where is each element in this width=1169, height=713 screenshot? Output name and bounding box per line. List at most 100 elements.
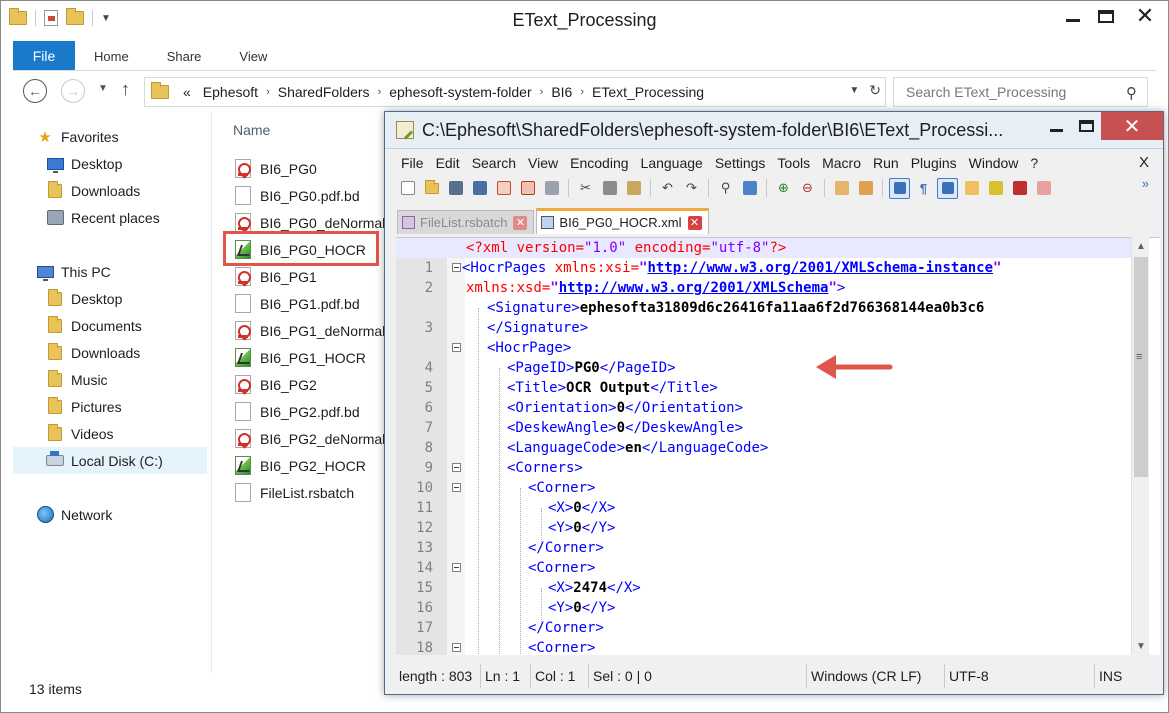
minimize-button[interactable]: [1056, 1, 1089, 31]
breadcrumb-ephesoft[interactable]: Ephesoft: [197, 84, 264, 100]
file-item[interactable]: BI6_PG0.pdf.bd: [235, 183, 360, 208]
close-button[interactable]: ✕: [1122, 1, 1168, 31]
file-item[interactable]: BI6_PG0: [235, 156, 317, 181]
xml-url-link[interactable]: http://www.w3.org/2001/XMLSchema-instanc…: [647, 260, 993, 276]
file-item[interactable]: FileList.rsbatch: [235, 480, 354, 505]
code-editor[interactable]: 1 <?xml version="1.0" encoding="utf-8"?>…: [396, 237, 1160, 655]
file-item[interactable]: BI6_PG2_HOCR: [235, 453, 366, 478]
tab-bi6-pg0-hocr-xml[interactable]: BI6_PG0_HOCR.xml ✕: [536, 208, 709, 234]
notepad-close-button[interactable]: ✕: [1101, 112, 1163, 140]
scroll-up-arrow-icon[interactable]: ▲: [1132, 237, 1150, 255]
cut-icon[interactable]: ✂: [575, 178, 596, 199]
menu-macro[interactable]: Macro: [816, 152, 867, 174]
recent-locations-chevron-down-icon[interactable]: ▼: [98, 83, 108, 94]
menu-encoding[interactable]: Encoding: [564, 152, 634, 174]
nav-pc-videos[interactable]: Videos: [45, 420, 114, 447]
forward-button[interactable]: →: [61, 79, 85, 103]
indent-guide-icon[interactable]: [937, 177, 958, 199]
open-file-icon[interactable]: [421, 178, 442, 199]
undo-icon[interactable]: ↶: [657, 178, 678, 199]
xml-url-link[interactable]: http://www.w3.org/2001/XMLSchema: [559, 280, 829, 296]
search-box[interactable]: ⚲: [893, 77, 1148, 107]
sync-horizontal-icon[interactable]: [855, 178, 876, 199]
address-bar[interactable]: « Ephesoft › SharedFolders › ephesoft-sy…: [144, 77, 886, 107]
fold-toggle-icon[interactable]: [452, 343, 461, 352]
menu-settings[interactable]: Settings: [709, 152, 772, 174]
nav-this-pc[interactable]: This PC: [35, 258, 111, 285]
fold-toggle-icon[interactable]: [452, 263, 461, 272]
tab-home[interactable]: Home: [75, 41, 148, 71]
save-all-icon[interactable]: [469, 178, 490, 199]
customize-chevron-down-icon[interactable]: ▼: [101, 13, 111, 24]
breadcrumb-etext-processing[interactable]: EText_Processing: [586, 84, 710, 100]
file-item[interactable]: BI6_PG1_deNormal: [235, 318, 385, 343]
nav-network[interactable]: Network: [35, 501, 112, 528]
new-file-icon[interactable]: [397, 178, 418, 199]
properties-icon[interactable]: [44, 10, 58, 26]
save-icon[interactable]: [445, 178, 466, 199]
menu-file[interactable]: File: [395, 152, 430, 174]
back-button[interactable]: ←: [23, 79, 47, 103]
breadcrumb-ephesoft-system-folder[interactable]: ephesoft-system-folder: [383, 84, 537, 100]
fold-toggle-icon[interactable]: [452, 463, 461, 472]
breadcrumb-bi6[interactable]: BI6: [545, 84, 578, 100]
chevron-right-icon[interactable]: ›: [538, 86, 546, 98]
vertical-scrollbar[interactable]: ▲ ≡ ▼: [1131, 237, 1149, 655]
nav-pc-local-disk[interactable]: Local Disk (C:): [13, 447, 207, 474]
menu-language[interactable]: Language: [635, 152, 709, 174]
address-overflow[interactable]: «: [177, 84, 197, 100]
file-item[interactable]: BI6_PG2.pdf.bd: [235, 399, 360, 424]
nav-fav-downloads[interactable]: Downloads: [45, 177, 140, 204]
file-item[interactable]: BI6_PG1_HOCR: [235, 345, 366, 370]
up-button[interactable]: ↑: [121, 79, 130, 100]
nav-pc-downloads[interactable]: Downloads: [45, 339, 140, 366]
scroll-down-arrow-icon[interactable]: ▼: [1132, 637, 1150, 655]
fold-toggle-icon[interactable]: [452, 483, 461, 492]
nav-pc-music[interactable]: Music: [45, 366, 108, 393]
close-all-icon[interactable]: [517, 178, 538, 199]
notepad-app-icon[interactable]: [396, 121, 414, 139]
menu-search[interactable]: Search: [466, 152, 522, 174]
copy-icon[interactable]: [599, 178, 620, 199]
function-list-icon[interactable]: [985, 178, 1006, 199]
document-map-icon[interactable]: [961, 178, 982, 199]
notepad-maximize-button[interactable]: [1071, 112, 1101, 140]
chevron-right-icon[interactable]: ›: [264, 86, 272, 98]
close-file-icon[interactable]: [493, 178, 514, 199]
nav-favorites[interactable]: ★ Favorites: [35, 123, 118, 150]
tab-filelist-rsbatch[interactable]: FileList.rsbatch ✕: [397, 210, 535, 234]
chevron-right-icon[interactable]: ›: [578, 86, 586, 98]
menu-edit[interactable]: Edit: [430, 152, 466, 174]
menu-plugins[interactable]: Plugins: [905, 152, 963, 174]
zoom-in-icon[interactable]: ⊕: [773, 178, 794, 199]
show-all-characters-icon[interactable]: ¶: [913, 178, 934, 199]
find-icon[interactable]: ⚲: [715, 178, 736, 199]
chevron-right-icon[interactable]: ›: [376, 86, 384, 98]
new-folder-icon[interactable]: [66, 8, 84, 25]
tab-share[interactable]: Share: [148, 41, 221, 71]
macro-record-icon[interactable]: [1009, 178, 1030, 199]
nav-fav-desktop[interactable]: Desktop: [45, 150, 122, 177]
file-item[interactable]: BI6_PG2: [235, 372, 317, 397]
status-eol[interactable]: Windows (CR LF): [807, 664, 945, 688]
replace-icon[interactable]: [739, 178, 760, 199]
menu-run[interactable]: Run: [867, 152, 905, 174]
tab-view[interactable]: View: [220, 41, 286, 71]
menu-tools[interactable]: Tools: [771, 152, 816, 174]
sync-vertical-icon[interactable]: [831, 178, 852, 199]
nav-fav-recent-places[interactable]: Recent places: [45, 204, 160, 231]
fold-toggle-icon[interactable]: [452, 643, 461, 652]
pane-divider[interactable]: [211, 111, 212, 673]
search-input[interactable]: [904, 83, 1124, 101]
notepad-minimize-button[interactable]: [1041, 112, 1071, 140]
macro-stop-icon[interactable]: [1033, 178, 1054, 199]
nav-pc-documents[interactable]: Documents: [45, 312, 142, 339]
menu-help[interactable]: ?: [1024, 152, 1044, 174]
zoom-out-icon[interactable]: ⊖: [797, 178, 818, 199]
tab-file[interactable]: File: [13, 41, 75, 71]
toolbar-overflow-chevron-icon[interactable]: »: [1142, 176, 1149, 191]
status-encoding[interactable]: UTF-8: [945, 664, 1095, 688]
paste-icon[interactable]: [623, 178, 644, 199]
maximize-button[interactable]: [1089, 1, 1122, 31]
column-header-name[interactable]: Name: [233, 122, 270, 138]
